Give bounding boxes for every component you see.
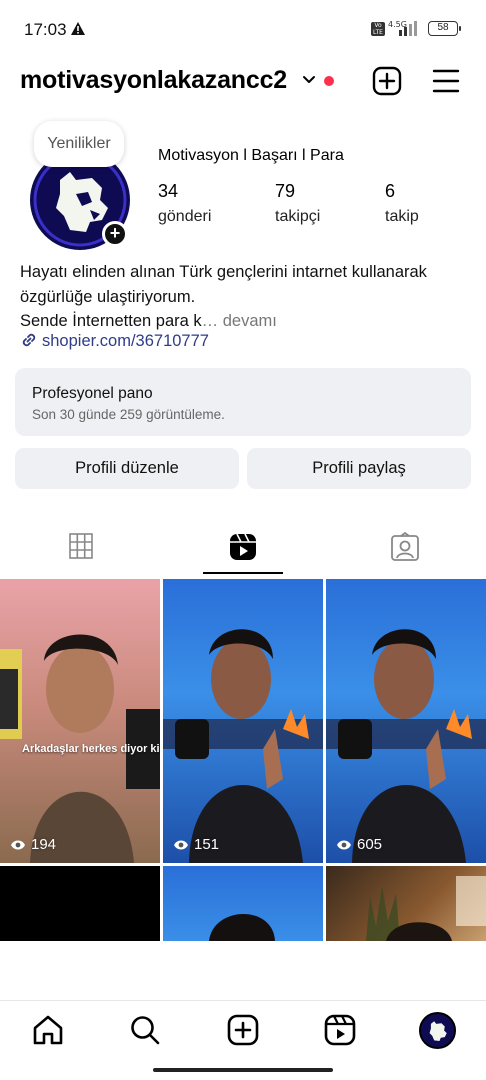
- reel-thumbnail: [366, 876, 486, 941]
- tab-reels[interactable]: [162, 528, 324, 572]
- eye-icon: [11, 840, 25, 849]
- reel-views: 194: [10, 836, 56, 853]
- reel-tile[interactable]: [163, 866, 323, 941]
- signal-icon: [399, 21, 417, 36]
- view-count: 151: [194, 836, 220, 853]
- warning-icon: [71, 22, 85, 35]
- create-icon[interactable]: [372, 66, 402, 96]
- tab-tagged[interactable]: [324, 528, 486, 572]
- reel-thumbnail: [163, 629, 323, 863]
- stat-following[interactable]: 6 takip: [385, 181, 419, 226]
- reel-thumbnail: [326, 629, 486, 863]
- active-tab-indicator: [203, 572, 283, 574]
- username: motivasyonlakazancc2: [20, 66, 287, 94]
- tagged-icon: [391, 532, 419, 561]
- eye-icon: [174, 840, 188, 849]
- battery-level: 58: [437, 22, 449, 33]
- reels-icon: [230, 533, 256, 560]
- home-icon[interactable]: [31, 1013, 65, 1047]
- stat-value: 34: [158, 181, 179, 201]
- stat-label: takipçi: [275, 208, 321, 225]
- profile-link[interactable]: shopier.com/36710777: [20, 331, 209, 351]
- reels-icon[interactable]: [323, 1013, 357, 1047]
- dashboard-title: Profesyonel pano: [32, 385, 153, 402]
- bio-line-text: Sende İnternetten para k: [20, 312, 202, 330]
- menu-icon[interactable]: [432, 68, 460, 94]
- reel-tile[interactable]: Arkadaşlar herkes diyor ki 194: [0, 579, 160, 863]
- eye-icon: [337, 840, 351, 849]
- reel-tile[interactable]: 605: [326, 579, 486, 863]
- bio-more-link[interactable]: … devamı: [202, 312, 277, 330]
- stat-value: 6: [385, 181, 396, 201]
- account-switcher[interactable]: motivasyonlakazancc2: [20, 66, 287, 95]
- tab-posts[interactable]: [0, 528, 162, 572]
- view-count: 194: [31, 836, 57, 853]
- stat-posts[interactable]: 34 gönderi: [158, 181, 211, 226]
- stat-value: 79: [275, 181, 296, 201]
- nav-divider: [0, 1000, 486, 1001]
- dashboard-subtitle: Son 30 günde 259 görüntüleme.: [32, 407, 225, 422]
- create-icon[interactable]: [226, 1013, 260, 1047]
- bio: Hayatı elinden alınan Türk gençlerini in…: [20, 260, 480, 334]
- chevron-down-icon[interactable]: [302, 74, 316, 86]
- edit-profile-button[interactable]: Profili düzenle: [15, 448, 239, 489]
- search-icon[interactable]: [128, 1013, 162, 1047]
- reel-caption: Arkadaşlar herkes diyor ki: [22, 743, 160, 755]
- reel-tile[interactable]: [0, 866, 160, 941]
- reel-tile[interactable]: 151: [163, 579, 323, 863]
- bio-line: özgürlüğe ulaştiriyorum.: [20, 287, 196, 306]
- bio-line: Hayatı elinden alınan Türk gençlerini in…: [20, 263, 427, 281]
- volte-icon: Vo LTE: [371, 22, 385, 36]
- status-time: 17:03: [24, 20, 67, 39]
- grid-icon: [69, 533, 93, 559]
- reel-views: 151: [173, 836, 219, 853]
- link-icon: [22, 333, 36, 347]
- battery-icon: 58: [428, 21, 461, 36]
- professional-dashboard[interactable]: Profesyonel pano Son 30 günde 259 görünt…: [15, 368, 471, 436]
- view-count: 605: [357, 836, 383, 853]
- link-text: shopier.com/36710777: [42, 332, 209, 350]
- stat-followers[interactable]: 79 takipçi: [275, 181, 320, 226]
- notification-dot: [324, 76, 334, 86]
- stat-label: takip: [385, 208, 419, 225]
- reel-views: 605: [336, 836, 382, 853]
- reel-thumbnail: [0, 634, 160, 863]
- wolf-logo-icon: [421, 1014, 454, 1047]
- reel-thumbnail: [209, 913, 275, 941]
- add-story-button[interactable]: +: [102, 221, 128, 247]
- profile-avatar[interactable]: [419, 1012, 456, 1049]
- bio-line: Sende İnternetten para k… devamı: [20, 309, 480, 334]
- share-profile-button[interactable]: Profili paylaş: [247, 448, 471, 489]
- reel-tile[interactable]: [326, 866, 486, 941]
- note-bubble[interactable]: Yenilikler: [34, 121, 124, 167]
- display-name: Motivasyon l Başarı l Para: [158, 147, 344, 164]
- status-bar: 17:03 Vo LTE 4.5G 58: [0, 0, 486, 60]
- home-indicator[interactable]: [153, 1068, 333, 1072]
- stat-label: gönderi: [158, 208, 212, 225]
